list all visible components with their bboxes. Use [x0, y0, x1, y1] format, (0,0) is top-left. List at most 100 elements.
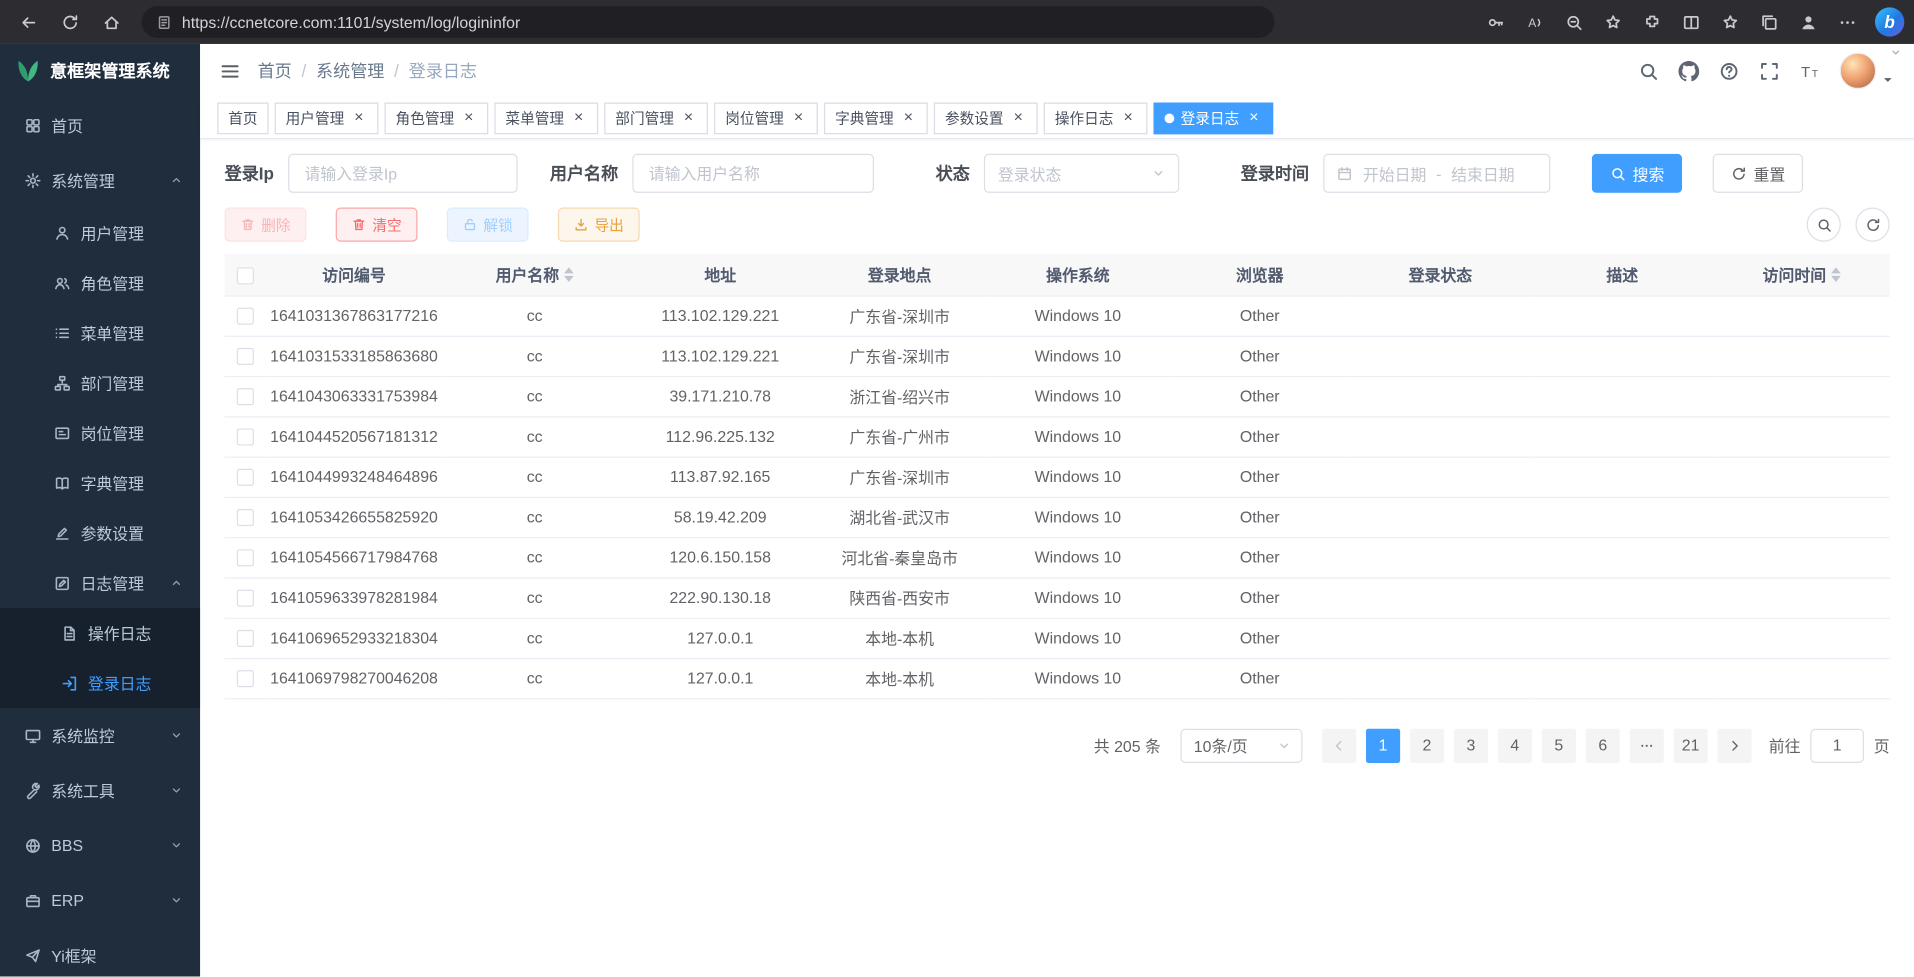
column-header[interactable]: 操作系统	[986, 254, 1169, 296]
close-icon[interactable]: ×	[1010, 109, 1027, 126]
page-button-2[interactable]: 2	[1410, 728, 1444, 762]
column-header[interactable]: 浏览器	[1169, 254, 1350, 296]
sidebar-item-yi-framework[interactable]: Yi框架	[0, 928, 200, 977]
date-range-picker[interactable]: 开始日期 - 结束日期	[1324, 154, 1551, 193]
sidebar-item-post-mgmt[interactable]: 岗位管理	[0, 408, 200, 458]
url-bar[interactable]: https://ccnetcore.com:1101/system/log/lo…	[142, 6, 1275, 38]
unlock-button[interactable]: 解锁	[447, 208, 529, 242]
sidebar-item-param-settings[interactable]: 参数设置	[0, 508, 200, 558]
help-icon[interactable]	[1719, 60, 1740, 81]
tab-param-settings[interactable]: 参数设置×	[934, 102, 1038, 134]
reset-button[interactable]: 重置	[1713, 154, 1803, 193]
tab-user-mgmt[interactable]: 用户管理×	[275, 102, 379, 134]
extensions-icon[interactable]	[1633, 5, 1670, 39]
row-checkbox[interactable]	[237, 429, 254, 446]
column-header[interactable]: 登录状态	[1350, 254, 1531, 296]
close-icon[interactable]: ×	[790, 109, 807, 126]
favorite-add-icon[interactable]	[1594, 5, 1631, 39]
sidebar-item-user-mgmt[interactable]: 用户管理	[0, 208, 200, 258]
row-checkbox[interactable]	[237, 389, 254, 406]
fullscreen-icon[interactable]	[1759, 60, 1780, 81]
caret-down-icon[interactable]	[1881, 73, 1894, 86]
page-button-21[interactable]: 21	[1674, 728, 1708, 762]
search-icon[interactable]	[1638, 60, 1659, 81]
collections-icon[interactable]	[1750, 5, 1787, 39]
sidebar-item-menu-mgmt[interactable]: 菜单管理	[0, 308, 200, 358]
github-icon[interactable]	[1678, 60, 1699, 81]
tab-home[interactable]: 首页	[217, 102, 268, 134]
close-icon[interactable]: ×	[680, 109, 697, 126]
close-icon[interactable]: ×	[900, 109, 917, 126]
sidebar-item-home[interactable]: 首页	[0, 98, 200, 153]
column-header[interactable]: 描述	[1531, 254, 1714, 296]
close-icon[interactable]: ×	[1245, 109, 1262, 126]
close-icon[interactable]: ×	[570, 109, 587, 126]
row-checkbox[interactable]	[237, 509, 254, 526]
home-icon[interactable]	[93, 5, 130, 39]
page-button-4[interactable]: 4	[1498, 728, 1532, 762]
row-checkbox[interactable]	[237, 348, 254, 365]
user-name-input[interactable]	[633, 154, 875, 193]
page-size-select[interactable]: 10条/页	[1180, 728, 1302, 762]
hamburger-icon[interactable]	[220, 60, 241, 81]
chevron-down-icon[interactable]	[1890, 46, 1902, 58]
font-size-icon[interactable]: TT	[1799, 60, 1820, 81]
user-avatar[interactable]	[1840, 52, 1877, 89]
column-header[interactable]: 用户名称	[442, 254, 628, 296]
tab-menu-mgmt[interactable]: 菜单管理×	[494, 102, 598, 134]
refresh-table-button[interactable]	[1855, 208, 1889, 242]
breadcrumb-item[interactable]: 系统管理	[316, 59, 384, 83]
sort-carets[interactable]	[1831, 262, 1841, 286]
row-checkbox[interactable]	[237, 308, 254, 325]
row-checkbox[interactable]	[237, 590, 254, 607]
star-icon[interactable]	[1711, 5, 1748, 39]
row-checkbox[interactable]	[237, 630, 254, 647]
next-page-button[interactable]	[1717, 728, 1751, 762]
column-header[interactable]: 访问时间	[1714, 254, 1890, 296]
key-icon[interactable]	[1477, 5, 1514, 39]
sidebar-item-system-mgmt[interactable]: 系统管理	[0, 153, 200, 208]
tab-operation-log[interactable]: 操作日志×	[1044, 102, 1148, 134]
row-checkbox[interactable]	[237, 671, 254, 688]
tab-dict-mgmt[interactable]: 字典管理×	[824, 102, 928, 134]
site-info-icon[interactable]	[156, 14, 172, 30]
row-checkbox[interactable]	[237, 469, 254, 486]
tab-role-mgmt[interactable]: 角色管理×	[385, 102, 489, 134]
sidebar-item-role-mgmt[interactable]: 角色管理	[0, 258, 200, 308]
export-button[interactable]: 导出	[558, 208, 640, 242]
profile-icon[interactable]	[1790, 5, 1827, 39]
goto-page-input[interactable]	[1810, 728, 1864, 762]
page-button-1[interactable]: 1	[1366, 728, 1400, 762]
refresh-icon[interactable]	[51, 5, 88, 39]
search-button[interactable]: 搜索	[1592, 154, 1682, 193]
zoom-out-icon[interactable]	[1555, 5, 1592, 39]
page-button-6[interactable]: 6	[1586, 728, 1620, 762]
toggle-search-button[interactable]	[1807, 208, 1841, 242]
read-aloud-icon[interactable]: A	[1516, 5, 1553, 39]
tab-login-log[interactable]: 登录日志×	[1154, 102, 1274, 134]
ip-input[interactable]	[289, 154, 518, 193]
close-icon[interactable]: ×	[350, 109, 367, 126]
sidebar-item-login-log[interactable]: 登录日志	[0, 658, 200, 708]
copilot-icon[interactable]: b	[1875, 7, 1904, 36]
column-header[interactable]: 访问编号	[266, 254, 442, 296]
row-checkbox[interactable]	[237, 550, 254, 567]
status-select[interactable]: 登录状态	[984, 154, 1179, 193]
breadcrumb-item[interactable]: 首页	[258, 59, 292, 83]
select-all-checkbox[interactable]	[237, 267, 254, 284]
sort-carets[interactable]	[564, 262, 574, 286]
sidebar-item-system-tools[interactable]: 系统工具	[0, 763, 200, 818]
sidebar-item-erp[interactable]: ERP	[0, 873, 200, 928]
sidebar-item-operation-log[interactable]: 操作日志	[0, 608, 200, 658]
sidebar-item-bbs[interactable]: BBS	[0, 818, 200, 873]
prev-page-button[interactable]	[1322, 728, 1356, 762]
more-pages-button[interactable]	[1630, 728, 1664, 762]
delete-button[interactable]: 删除	[225, 208, 307, 242]
sidebar-item-system-monitor[interactable]: 系统监控	[0, 708, 200, 763]
close-icon[interactable]: ×	[460, 109, 477, 126]
sidebar-item-log-mgmt[interactable]: 日志管理	[0, 558, 200, 608]
split-screen-icon[interactable]	[1672, 5, 1709, 39]
sidebar-item-dept-mgmt[interactable]: 部门管理	[0, 358, 200, 408]
close-icon[interactable]: ×	[1120, 109, 1137, 126]
clear-button[interactable]: 清空	[336, 208, 418, 242]
